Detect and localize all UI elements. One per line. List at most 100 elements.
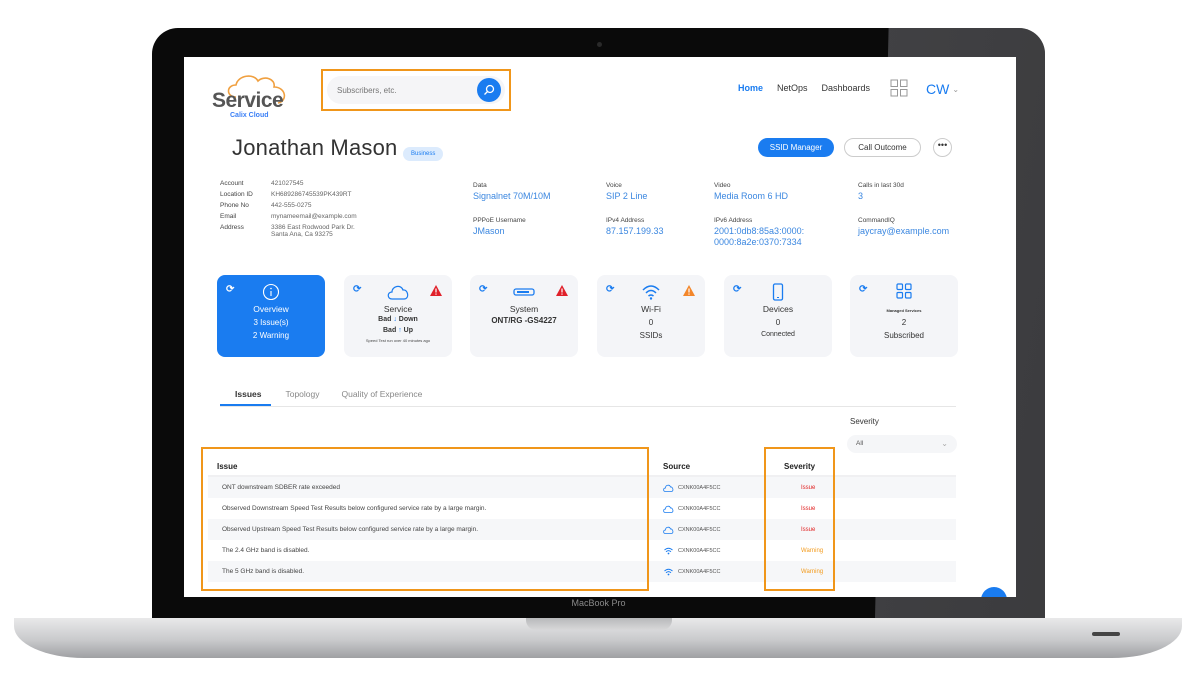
card-title: Devices xyxy=(762,304,794,314)
selected-value: All xyxy=(856,440,864,447)
field-label: PPPoE Username xyxy=(473,217,526,224)
arrow-down-icon: ↓ xyxy=(393,316,397,323)
field-ipv6: IPv6 Address 2001:0db8:85a3:0000: 0000:8a2… xyxy=(714,217,804,248)
search-icon xyxy=(484,84,495,95)
detail-key: Location ID xyxy=(220,191,253,198)
field-value-cont[interactable]: 0000:8a2e:0370:7334 xyxy=(714,237,804,248)
wifi-icon xyxy=(664,568,673,575)
field-value[interactable]: Media Room 6 HD xyxy=(714,191,788,202)
apps-grid-icon[interactable] xyxy=(890,79,908,97)
severity-column-highlight xyxy=(764,447,835,591)
search-input[interactable] xyxy=(337,81,467,99)
ssid-count: 0 xyxy=(648,318,654,327)
field-value[interactable]: Signalnet 70M/10M xyxy=(473,191,551,202)
card-managed-services[interactable]: ⟳ Managed Services 2 Subscribed xyxy=(850,275,958,357)
card-overview[interactable]: ⟳ Overview 3 Issue(s) 2 Warning xyxy=(217,275,325,357)
nav-dashboards[interactable]: Dashboards xyxy=(822,83,871,93)
call-outcome-button[interactable]: Call Outcome xyxy=(844,138,921,157)
detail-value: KH689286745539PK439RT xyxy=(271,191,352,198)
detail-row-location: Location ID KH689286745539PK439RT xyxy=(220,191,357,202)
field-label: IPv6 Address xyxy=(714,217,753,224)
field-value[interactable]: 2001:0db8:85a3:0000: xyxy=(714,226,804,237)
detail-key: Email xyxy=(220,213,237,220)
field-ipv4: IPv4 Address 87.157.199.33 xyxy=(606,217,664,237)
field-label: CommandIQ xyxy=(858,217,895,224)
direction-label: Up xyxy=(403,327,413,334)
cloud-icon xyxy=(663,484,674,492)
field-label: Voice xyxy=(606,182,622,189)
nav-netops[interactable]: NetOps xyxy=(777,83,808,93)
card-wifi[interactable]: ⟳ Wi-Fi 0 SSIDs xyxy=(597,275,705,357)
field-value[interactable]: 3 xyxy=(858,191,904,202)
field-value[interactable]: 87.157.199.33 xyxy=(606,226,664,237)
card-title: Service xyxy=(383,304,413,314)
search-button[interactable] xyxy=(477,78,501,102)
more-options-button[interactable]: ••• xyxy=(933,138,952,157)
card-title: Overview xyxy=(253,304,289,314)
search-highlight xyxy=(321,69,511,111)
severity-filter-select[interactable]: All ⌄ xyxy=(847,435,957,453)
detail-key: Phone No xyxy=(220,202,249,209)
column-header-source[interactable]: Source xyxy=(663,462,775,471)
detail-key: Account xyxy=(220,180,244,187)
field-pppoe: PPPoE Username JMason xyxy=(473,217,526,237)
field-value[interactable]: JMason xyxy=(473,226,526,237)
grid-icon xyxy=(850,283,958,301)
field-value[interactable]: SIP 2 Line xyxy=(606,191,647,202)
card-devices[interactable]: ⟳ Devices 0 Connected xyxy=(724,275,832,357)
chevron-down-icon: ⌄ xyxy=(952,84,960,94)
help-fab-button[interactable] xyxy=(981,587,1007,597)
direction-label: Down xyxy=(398,316,418,323)
laptop-mockup: MacBook Pro Service Calix Cloud Subscrib… xyxy=(0,0,1200,675)
laptop-base xyxy=(14,618,1182,658)
device-count: 0 xyxy=(775,318,781,327)
detail-key: Address xyxy=(220,224,244,231)
downstream-status: Bad ↓ Down xyxy=(344,316,452,323)
top-nav: Home NetOps Dashboards xyxy=(738,83,870,93)
ssid-label: SSIDs xyxy=(639,331,663,340)
ssid-manager-button[interactable]: SSID Manager xyxy=(758,138,834,157)
nav-home[interactable]: Home xyxy=(738,83,763,93)
user-menu[interactable]: CW ⌄ xyxy=(926,81,959,97)
wifi-icon xyxy=(597,283,705,301)
service-label: Subscribed xyxy=(883,331,925,340)
info-icon xyxy=(217,283,325,301)
upstream-status: Bad ↑ Up xyxy=(344,327,452,334)
field-value[interactable]: jaycray@example.com xyxy=(858,226,949,237)
source-cell: CXNK00A4F5CC xyxy=(663,568,775,576)
logo-subtitle: Calix Cloud xyxy=(230,112,269,119)
detail-value: 421027545 xyxy=(271,180,304,187)
status-text: Bad xyxy=(378,316,392,323)
tab-quality-of-experience[interactable]: Quality of Experience xyxy=(328,385,431,406)
source-cell: CXNK00A4F5CC xyxy=(663,547,775,555)
detail-row-address: Address 3386 East Rodwood Park Dr. Santa A… xyxy=(220,224,357,246)
detail-row-phone: Phone No 442-555-0275 xyxy=(220,202,357,213)
detail-value: mynameemail@example.com xyxy=(271,213,357,220)
field-commandiq: CommandIQ jaycray@example.com xyxy=(858,217,949,237)
source-cell: CXNK00A4F5CC xyxy=(663,526,775,534)
source-id: CXNK00A4F5CC xyxy=(678,484,721,491)
tab-issues[interactable]: Issues xyxy=(220,385,272,406)
field-label: IPv4 Address xyxy=(606,217,645,224)
card-system[interactable]: ⟳ System ONT/RG -GS4227 xyxy=(470,275,578,357)
service-logo[interactable]: Service Calix Cloud xyxy=(208,69,298,119)
status-text: Bad xyxy=(383,327,397,334)
logo-wordmark: Service xyxy=(212,89,284,112)
issue-column-highlight xyxy=(201,447,649,591)
account-type-badge: Business xyxy=(403,147,444,161)
address-line-2: Santa Ana, Ca 93275 xyxy=(271,231,333,238)
field-label: Calls in last 30d xyxy=(858,182,904,189)
system-model: ONT/RG -GS4227 xyxy=(491,316,557,325)
field-video: Video Media Room 6 HD xyxy=(714,182,788,202)
app-screen: Service Calix Cloud Home NetOps Dashboar… xyxy=(184,57,1016,597)
tab-topology[interactable]: Topology xyxy=(271,385,327,406)
source-id: CXNK00A4F5CC xyxy=(678,526,721,533)
subscriber-name: Jonathan Mason xyxy=(232,135,398,160)
card-service[interactable]: ⟳ Service Bad ↓ Down Bad ↑ Up Speed Test… xyxy=(344,275,452,357)
field-calls: Calls in last 30d 3 xyxy=(858,182,904,202)
warning-count: 2 Warning xyxy=(252,331,290,340)
sleep-light xyxy=(1092,632,1120,636)
source-cell: CXNK00A4F5CC xyxy=(663,505,775,513)
speed-test-note: Speed Test run over 40 minutes ago xyxy=(365,338,431,343)
user-initials: CW xyxy=(926,81,950,97)
